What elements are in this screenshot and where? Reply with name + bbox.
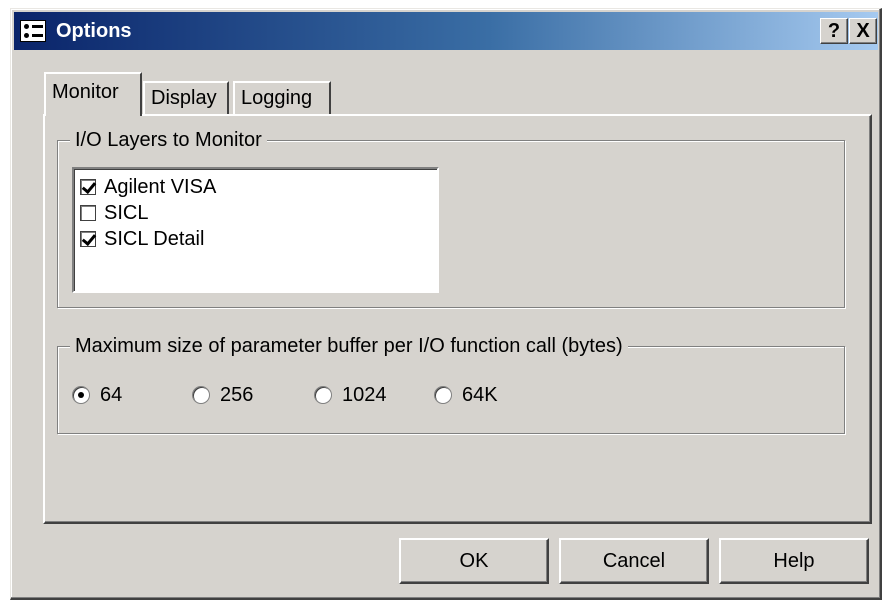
tab-logging[interactable]: Logging bbox=[233, 81, 331, 115]
checklist-item-label: SICL Detail bbox=[104, 228, 205, 250]
ok-button[interactable]: OK bbox=[399, 538, 549, 584]
tab-label: Monitor bbox=[52, 81, 119, 103]
app-icon bbox=[20, 20, 46, 42]
tab-label: Logging bbox=[241, 87, 313, 109]
radio-label: 64 bbox=[100, 384, 123, 406]
tab-label: Display bbox=[151, 87, 217, 109]
radio-label: 64K bbox=[462, 384, 498, 406]
cancel-button[interactable]: Cancel bbox=[559, 538, 709, 584]
checklist-item-label: SICL bbox=[104, 202, 149, 224]
window-title: Options bbox=[56, 20, 132, 42]
buffer-size-group-label: Maximum size of parameter buffer per I/O… bbox=[70, 335, 628, 357]
checkbox-unchecked-icon[interactable] bbox=[80, 205, 96, 221]
help-icon-button[interactable]: ? bbox=[820, 18, 848, 44]
radio-unselected-icon[interactable] bbox=[314, 386, 332, 404]
radio-label: 256 bbox=[220, 384, 254, 406]
checkbox-checked-icon[interactable] bbox=[80, 231, 96, 247]
checklist-item-label: Agilent VISA bbox=[104, 176, 217, 198]
checkbox-checked-icon[interactable] bbox=[80, 179, 96, 195]
radio-selected-icon[interactable] bbox=[72, 386, 90, 404]
radio-unselected-icon[interactable] bbox=[434, 386, 452, 404]
radio-label: 1024 bbox=[342, 384, 387, 406]
radio-unselected-icon[interactable] bbox=[192, 386, 210, 404]
tab-monitor[interactable]: Monitor bbox=[44, 72, 142, 116]
io-layers-group: I/O Layers to Monitor Agilent VISA SICL … bbox=[57, 129, 845, 308]
tab-display[interactable]: Display bbox=[143, 81, 229, 115]
close-icon[interactable]: X bbox=[849, 18, 877, 44]
io-layers-group-label: I/O Layers to Monitor bbox=[70, 129, 267, 151]
title-bar[interactable]: Options ? X bbox=[14, 12, 878, 50]
help-button[interactable]: Help bbox=[719, 538, 869, 584]
buffer-size-group: Maximum size of parameter buffer per I/O… bbox=[57, 335, 845, 434]
io-layers-checklist[interactable]: Agilent VISA SICL SICL Detail bbox=[72, 167, 439, 293]
